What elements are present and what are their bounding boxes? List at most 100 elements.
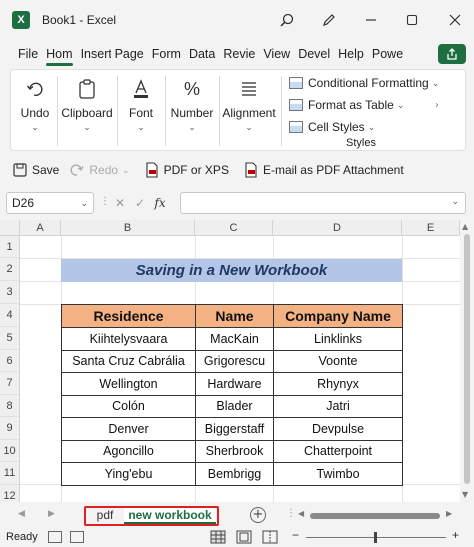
cell-name[interactable]: Blader <box>195 394 274 418</box>
tab-help[interactable]: Help <box>334 40 368 68</box>
scroll-up-icon[interactable]: ▲ <box>462 222 468 231</box>
header-company-name[interactable]: Company Name <box>273 304 403 328</box>
cell-residence[interactable]: Colón <box>61 394 196 418</box>
enter-icon[interactable]: ✓ <box>130 196 150 210</box>
cell-name[interactable]: MacKain <box>195 327 274 351</box>
worksheet-grid[interactable]: A B C D E 1 2 3 4 5 6 7 8 9 10 11 12 Sav… <box>0 220 474 502</box>
chevron-down-icon[interactable]: ⌄ <box>451 197 459 207</box>
clipboard-button[interactable]: Clipboard ⌄ <box>61 70 113 152</box>
row-header[interactable]: 11 <box>0 462 20 485</box>
cell-residence[interactable]: Ying'ebu <box>61 462 196 486</box>
chevron-down-icon[interactable]: ⌄ <box>80 193 88 213</box>
cell-company[interactable]: Rhynyx <box>273 372 403 396</box>
name-box[interactable]: D26 ⌄ <box>6 192 94 214</box>
cell-name[interactable]: Sherbrook <box>195 439 274 463</box>
cell-name[interactable]: Biggerstaff <box>195 417 274 441</box>
ribbon-scroll-right-icon[interactable]: › <box>435 100 439 111</box>
font-button[interactable]: Font ⌄ <box>121 70 161 152</box>
cell-styles-button[interactable]: Cell Styles ⌄ <box>289 120 375 134</box>
accessibility-icon[interactable] <box>48 531 62 543</box>
row-header[interactable]: 8 <box>0 394 20 417</box>
column-header-a[interactable]: A <box>20 220 61 236</box>
row-header[interactable]: 10 <box>0 439 20 462</box>
sheet-title-banner[interactable]: Saving in a New Workbook <box>61 259 402 282</box>
add-sheet-button[interactable]: + <box>250 507 266 523</box>
email-pdf-button[interactable]: E-mail as PDF Attachment <box>243 162 404 178</box>
column-header-b[interactable]: B <box>61 220 195 236</box>
vertical-scrollbar[interactable]: ▲ ▼ <box>460 220 474 502</box>
scroll-right-icon[interactable]: ▶ <box>446 509 452 518</box>
cell-name[interactable]: Hardware <box>195 372 274 396</box>
tab-formulas[interactable]: Form <box>148 40 185 68</box>
redo-button[interactable]: Redo ⌄ <box>69 162 130 178</box>
horizontal-scrollbar-thumb[interactable] <box>310 513 440 519</box>
tab-page-layout[interactable]: Page <box>111 40 148 68</box>
tab-developer[interactable]: Devel <box>294 40 334 68</box>
header-residence[interactable]: Residence <box>61 304 196 328</box>
row-header[interactable]: 12 <box>0 484 20 502</box>
undo-button[interactable]: Undo ⌄ <box>17 70 53 152</box>
macro-record-icon[interactable] <box>70 531 84 543</box>
zoom-slider-handle[interactable] <box>374 532 377 543</box>
format-as-table-button[interactable]: Format as Table ⌄ <box>289 98 404 112</box>
font-color-icon <box>128 76 154 102</box>
normal-view-icon[interactable] <box>210 530 226 544</box>
cell-residence[interactable]: Kiihtelysvaara <box>61 327 196 351</box>
tab-insert[interactable]: Insert <box>77 40 111 68</box>
tab-view[interactable]: View <box>259 40 294 68</box>
cell-company[interactable]: Voonte <box>273 349 403 373</box>
scroll-tabs-left-icon[interactable]: ◀ <box>18 509 25 519</box>
minimize-icon[interactable] <box>362 11 380 29</box>
close-icon[interactable] <box>446 11 464 29</box>
save-button[interactable]: Save <box>12 162 59 178</box>
row-header[interactable]: 7 <box>0 372 20 395</box>
zoom-in-icon[interactable]: + <box>452 528 459 542</box>
page-break-view-icon[interactable] <box>262 530 278 544</box>
cell-residence[interactable]: Wellington <box>61 372 196 396</box>
cell-company[interactable]: Jatri <box>273 394 403 418</box>
column-header-d[interactable]: D <box>273 220 402 236</box>
cell-company[interactable]: Twimbo <box>273 462 403 486</box>
zoom-out-icon[interactable]: − <box>292 528 299 542</box>
cell-residence[interactable]: Denver <box>61 417 196 441</box>
alignment-button[interactable]: Alignment ⌄ <box>221 70 277 152</box>
page-layout-view-icon[interactable] <box>236 530 252 544</box>
tab-home[interactable]: Hom <box>42 40 76 68</box>
cell-company[interactable]: Linklinks <box>273 327 403 351</box>
cell-name[interactable]: Bembrigg <box>195 462 274 486</box>
cancel-icon[interactable]: ✕ <box>110 196 130 210</box>
row-header[interactable]: 4 <box>0 304 20 327</box>
cell-company[interactable]: Devpulse <box>273 417 403 441</box>
column-header-c[interactable]: C <box>195 220 273 236</box>
conditional-formatting-button[interactable]: Conditional Formatting ⌄ <box>289 76 439 90</box>
search-icon[interactable] <box>278 11 296 29</box>
tab-data[interactable]: Data <box>185 40 219 68</box>
cell-residence[interactable]: Agoncillo <box>61 439 196 463</box>
formula-input[interactable]: ⌄ <box>180 192 466 214</box>
row-header[interactable]: 5 <box>0 327 20 350</box>
number-button[interactable]: % Number ⌄ <box>167 70 217 152</box>
tab-file[interactable]: File <box>0 40 42 68</box>
tab-power-pivot[interactable]: Powe <box>368 40 407 68</box>
pen-icon[interactable] <box>320 11 338 29</box>
pdf-xps-button[interactable]: PDF or XPS <box>144 162 229 178</box>
row-header[interactable]: 2 <box>0 258 20 281</box>
tab-review[interactable]: Revie <box>219 40 259 68</box>
scroll-left-icon[interactable]: ◀ <box>298 509 304 518</box>
share-button[interactable] <box>438 44 466 64</box>
select-all-corner[interactable] <box>0 220 20 236</box>
scroll-tabs-right-icon[interactable]: ▶ <box>48 509 55 519</box>
column-header-e[interactable]: E <box>402 220 460 236</box>
cell-residence[interactable]: Santa Cruz Cabrália <box>61 349 196 373</box>
scroll-down-icon[interactable]: ▼ <box>462 490 468 499</box>
scrollbar-thumb[interactable] <box>464 234 470 484</box>
cell-name[interactable]: Grigorescu <box>195 349 274 373</box>
row-header[interactable]: 3 <box>0 281 20 304</box>
row-header[interactable]: 9 <box>0 417 20 440</box>
restore-icon[interactable] <box>403 11 421 29</box>
insert-function-icon[interactable]: fx <box>150 196 170 210</box>
cell-company[interactable]: Chatterpoint <box>273 439 403 463</box>
header-name[interactable]: Name <box>195 304 274 328</box>
row-header[interactable]: 1 <box>0 236 20 258</box>
row-header[interactable]: 6 <box>0 349 20 372</box>
